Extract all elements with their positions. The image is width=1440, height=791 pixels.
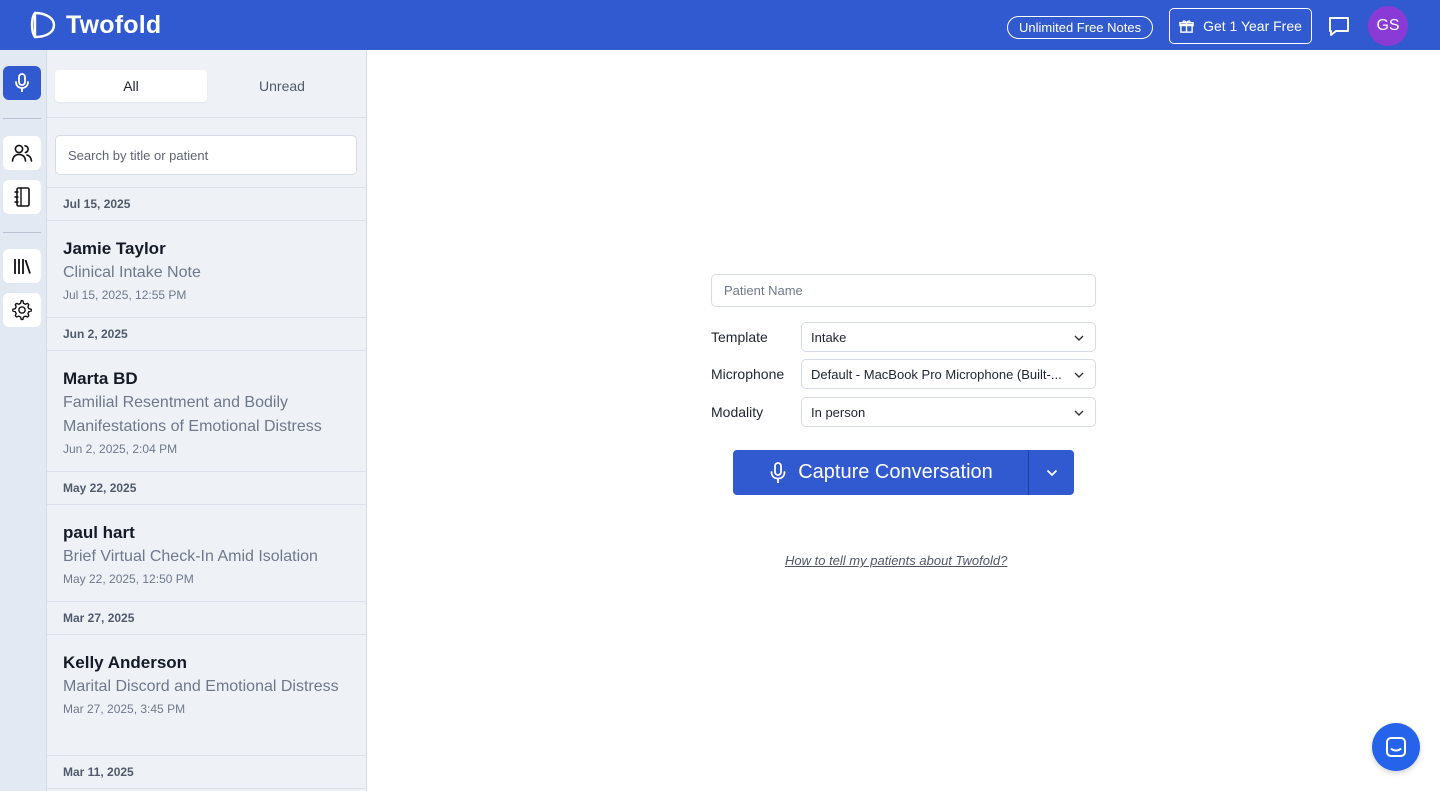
chat-icon[interactable] — [1327, 14, 1351, 38]
gift-icon — [1179, 19, 1194, 33]
app-name: Twofold — [66, 10, 162, 39]
top-bar: Twofold Unlimited Free Notes Get 1 Year … — [0, 0, 1440, 50]
note-list-item[interactable]: Kelly Anderson Marital Discord and Emoti… — [47, 651, 366, 718]
chevron-down-icon — [1074, 372, 1084, 378]
get-free-year-button[interactable]: Get 1 Year Free — [1169, 8, 1312, 44]
rail-library-button[interactable] — [3, 249, 41, 283]
library-icon — [14, 259, 31, 274]
date-group-header: Mar 11, 2025 — [47, 755, 366, 789]
gear-icon — [12, 299, 32, 321]
note-title: Familial Resentment and Bodily Manifesta… — [63, 394, 322, 435]
patient-info-help-link[interactable]: How to tell my patients about Twofold? — [785, 553, 1007, 568]
chat-bubble-icon — [1386, 737, 1406, 757]
note-title: Brief Virtual Check-In Amid Isolation — [63, 548, 318, 565]
chevron-down-icon — [1046, 469, 1057, 476]
capture-conversation-button[interactable]: Capture Conversation — [733, 450, 1028, 495]
date-group-header: Jul 15, 2025 — [47, 187, 366, 221]
capture-options-dropdown[interactable] — [1029, 450, 1074, 495]
rail-record-button[interactable] — [3, 66, 41, 100]
rail-divider — [3, 118, 41, 119]
get-free-year-label: Get 1 Year Free — [1203, 18, 1302, 34]
nav-rail — [0, 50, 47, 791]
capture-conversation-split-button: Capture Conversation — [733, 450, 1074, 495]
template-value: Intake — [811, 329, 847, 345]
note-patient-name: paul hart — [63, 523, 135, 542]
note-list-item[interactable]: Marta BD Familial Resentment and Bodily … — [47, 367, 366, 458]
notes-search-input[interactable] — [55, 135, 357, 175]
date-group-header: May 22, 2025 — [47, 471, 366, 505]
rail-divider — [3, 232, 41, 233]
twofold-logo-icon — [30, 11, 56, 39]
notes-filter-tabs: All Unread — [47, 50, 366, 118]
chevron-down-icon — [1074, 410, 1084, 416]
date-group-header: Mar 27, 2025 — [47, 601, 366, 635]
modality-label: Modality — [711, 404, 764, 420]
modality-select[interactable]: In person — [801, 397, 1096, 427]
note-list-item[interactable]: Jamie Taylor Clinical Intake Note Jul 15… — [47, 237, 366, 304]
note-title: Clinical Intake Note — [63, 264, 201, 281]
template-label: Template — [711, 329, 768, 345]
note-title: Marital Discord and Emotional Distress — [63, 678, 339, 695]
note-timestamp: Jul 15, 2025, 12:55 PM — [63, 288, 187, 302]
patient-name-input[interactable] — [711, 274, 1096, 307]
note-list-item[interactable]: paul hart Brief Virtual Check-In Amid Is… — [47, 521, 366, 588]
date-group-header: Jun 2, 2025 — [47, 317, 366, 351]
notebook-icon — [14, 187, 30, 207]
rail-notes-button[interactable] — [3, 180, 41, 214]
microphone-value: Default - MacBook Pro Microphone (Built-… — [811, 366, 1062, 382]
tab-unread[interactable]: Unread — [206, 70, 358, 102]
user-avatar[interactable]: GS — [1368, 6, 1408, 46]
microphone-icon — [770, 461, 786, 483]
chevron-down-icon — [1074, 335, 1084, 341]
microphone-icon — [15, 73, 29, 92]
microphone-select[interactable]: Default - MacBook Pro Microphone (Built-… — [801, 359, 1096, 389]
note-patient-name: Jamie Taylor — [63, 239, 166, 258]
note-timestamp: Mar 27, 2025, 3:45 PM — [63, 702, 186, 716]
rail-settings-button[interactable] — [3, 293, 41, 327]
users-icon — [11, 144, 33, 162]
template-select[interactable]: Intake — [801, 322, 1096, 352]
notes-panel: All Unread Jul 15, 2025 Jamie Taylor Cli… — [47, 50, 367, 791]
tab-all[interactable]: All — [55, 70, 207, 102]
note-patient-name: Kelly Anderson — [63, 653, 188, 672]
microphone-label: Microphone — [711, 366, 785, 382]
rail-patients-button[interactable] — [3, 136, 41, 170]
unlimited-notes-pill[interactable]: Unlimited Free Notes — [1007, 16, 1154, 39]
note-timestamp: May 22, 2025, 12:50 PM — [63, 572, 194, 586]
support-chat-launcher[interactable] — [1372, 723, 1420, 771]
capture-conversation-label: Capture Conversation — [798, 461, 993, 483]
note-patient-name: Marta BD — [63, 369, 138, 388]
app-logo[interactable]: Twofold — [28, 10, 161, 40]
note-timestamp: Jun 2, 2025, 2:04 PM — [63, 442, 178, 456]
modality-value: In person — [811, 404, 866, 420]
